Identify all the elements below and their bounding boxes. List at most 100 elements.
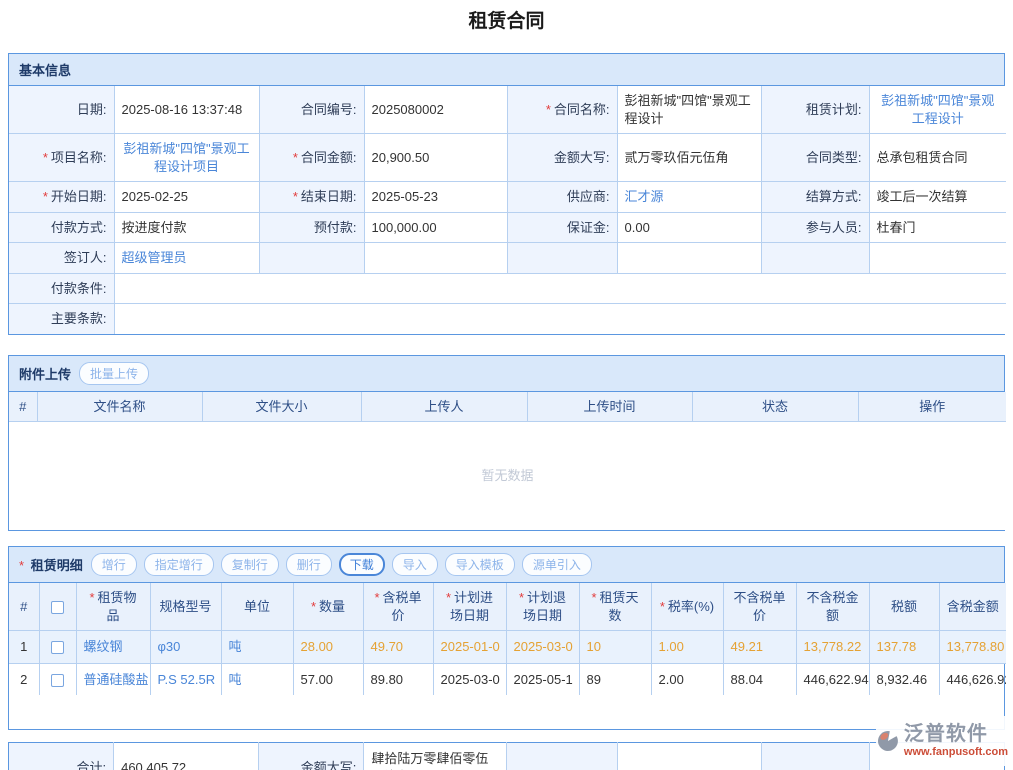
- cell-item: 螺纹钢: [76, 631, 150, 664]
- field-link[interactable]: 超级管理员: [122, 250, 187, 265]
- lease-details-header: * 租赁明细 增行指定增行复制行删行下载导入导入模板源单引入: [9, 547, 1004, 583]
- row-checkbox[interactable]: [51, 641, 64, 654]
- cell-price_notax: 49.21: [723, 631, 796, 664]
- cell-tax: 137.78: [869, 631, 939, 664]
- toolbar-button-源单引入[interactable]: 源单引入: [522, 553, 592, 576]
- field-label: 付款条件:: [9, 273, 114, 304]
- required-asterisk: *: [293, 150, 298, 165]
- field-label: *结束日期:: [259, 182, 364, 213]
- field-value: [364, 243, 507, 274]
- required-asterisk: *: [374, 590, 379, 605]
- basic-info-title: 基本信息: [19, 60, 71, 79]
- field-value: [869, 243, 1006, 274]
- field-value: 彭祖新城"四馆"景观工程设计: [869, 86, 1006, 134]
- field-value: 杜春门: [869, 212, 1006, 243]
- lease-column-header: *租赁物品: [76, 583, 150, 631]
- field-label: 主要条款:: [9, 304, 114, 334]
- cell-amount_tax: 13,778.80: [939, 631, 1006, 664]
- field-label: 结算方式:: [761, 182, 869, 213]
- lease-details-table: #*租赁物品规格型号单位*数量*含税单价*计划进场日期*计划退场日期*租赁天数*…: [9, 583, 1006, 695]
- row-checkbox[interactable]: [51, 674, 64, 687]
- required-asterisk: *: [19, 558, 24, 573]
- field-label: [507, 243, 617, 274]
- vendor-brand-text: 泛普软件: [904, 724, 988, 744]
- cell-tax_rate: 1.00: [651, 631, 723, 664]
- required-asterisk: *: [311, 599, 316, 614]
- cell-spec: φ30: [150, 631, 221, 664]
- cell-link-item[interactable]: 螺纹钢: [84, 639, 123, 654]
- field-label: 日期:: [9, 86, 114, 134]
- cell-days: 10: [579, 631, 651, 664]
- field-link[interactable]: 汇才源: [625, 189, 664, 204]
- toolbar-button-增行[interactable]: 增行: [91, 553, 137, 576]
- required-asterisk: *: [546, 102, 551, 117]
- lease-column-header: 单位: [221, 583, 293, 631]
- field-value: [617, 243, 761, 274]
- cell-qty: 57.00: [293, 663, 363, 695]
- cell-date_in: 2025-01-0: [433, 631, 506, 664]
- total-value: 460,405.72: [114, 743, 259, 770]
- field-link[interactable]: 彭祖新城"四馆"景观工程设计: [881, 93, 994, 126]
- lease-table-empty-area: [9, 695, 1004, 729]
- field-label: 租赁计划:: [761, 86, 869, 134]
- select-all-checkbox[interactable]: [51, 601, 64, 614]
- page-title: 租赁合同: [0, 0, 1013, 33]
- cell-date_out: 2025-05-1: [506, 663, 579, 695]
- field-label: [761, 243, 869, 274]
- field-link[interactable]: 彭祖新城"四馆"景观工程设计项目: [123, 141, 249, 174]
- field-label: 付款方式:: [9, 212, 114, 243]
- cell-date_out: 2025-03-0: [506, 631, 579, 664]
- lease-column-header: *计划进场日期: [433, 583, 506, 631]
- cell-link-spec[interactable]: P.S 52.5R: [158, 672, 216, 687]
- field-label: 供应商:: [507, 182, 617, 213]
- summary-empty-cell: [507, 743, 617, 770]
- field-label: *项目名称:: [9, 134, 114, 182]
- vendor-watermark: 泛普软件 www.fanpusoft.com: [876, 716, 1008, 766]
- field-label: 保证金:: [507, 212, 617, 243]
- row-index: 2: [9, 663, 39, 695]
- required-asterisk: *: [519, 590, 524, 605]
- field-label: 合同编号:: [259, 86, 364, 134]
- field-label: [259, 243, 364, 274]
- required-asterisk: *: [446, 590, 451, 605]
- batch-upload-button[interactable]: 批量上传: [79, 362, 149, 385]
- lease-column-header: *计划退场日期: [506, 583, 579, 631]
- field-value: 100,000.00: [364, 212, 507, 243]
- field-value: 竣工后一次结算: [869, 182, 1006, 213]
- basic-info-row: 付款方式:按进度付款预付款:100,000.00保证金:0.00参与人员:杜春门: [9, 212, 1006, 243]
- field-value: 2025-08-16 13:37:48: [114, 86, 259, 134]
- toolbar-button-下载[interactable]: 下载: [339, 553, 385, 576]
- row-checkbox-cell: [39, 631, 76, 664]
- attachments-section: 附件上传 批量上传 #文件名称文件大小上传人上传时间状态操作 暂无数据: [8, 355, 1005, 531]
- toolbar-button-删行[interactable]: 删行: [286, 553, 332, 576]
- cell-price_tax: 89.80: [363, 663, 433, 695]
- lease-column-header: [39, 583, 76, 631]
- lease-column-header: *税率(%): [651, 583, 723, 631]
- cell-link-item[interactable]: 普通硅酸盐: [84, 672, 149, 687]
- lease-column-header: 税额: [869, 583, 939, 631]
- field-value: 2025-02-25: [114, 182, 259, 213]
- cell-unit: 吨: [221, 631, 293, 664]
- required-asterisk: *: [591, 590, 596, 605]
- lease-column-header: 不含税金额: [796, 583, 869, 631]
- toolbar-button-导入模板[interactable]: 导入模板: [445, 553, 515, 576]
- toolbar-button-复制行[interactable]: 复制行: [221, 553, 279, 576]
- lease-column-header: 含税金额: [939, 583, 1006, 631]
- basic-info-table: 日期:2025-08-16 13:37:48合同编号:2025080002*合同…: [9, 86, 1006, 334]
- field-value: [114, 304, 1006, 334]
- field-label: 金额大写:: [507, 134, 617, 182]
- attachments-column-header: 上传时间: [527, 392, 692, 422]
- row-checkbox-cell: [39, 663, 76, 695]
- cell-link-unit[interactable]: 吨: [229, 639, 242, 654]
- amount-words-value: 肆拾陆万零肆佰零伍元柒角贰分: [364, 743, 507, 770]
- cell-amount_notax: 13,778.22: [796, 631, 869, 664]
- attachments-empty-text: 暂无数据: [9, 422, 1006, 530]
- field-label: 签订人:: [9, 243, 114, 274]
- cell-link-unit[interactable]: 吨: [229, 672, 242, 687]
- basic-info-row: 主要条款:: [9, 304, 1006, 334]
- attachments-column-header: 文件名称: [37, 392, 202, 422]
- cell-link-spec[interactable]: φ30: [158, 639, 181, 654]
- toolbar-button-指定增行[interactable]: 指定增行: [144, 553, 214, 576]
- toolbar-button-导入[interactable]: 导入: [392, 553, 438, 576]
- lease-table-row: 2普通硅酸盐P.S 52.5R吨57.0089.802025-03-02025-…: [9, 663, 1006, 695]
